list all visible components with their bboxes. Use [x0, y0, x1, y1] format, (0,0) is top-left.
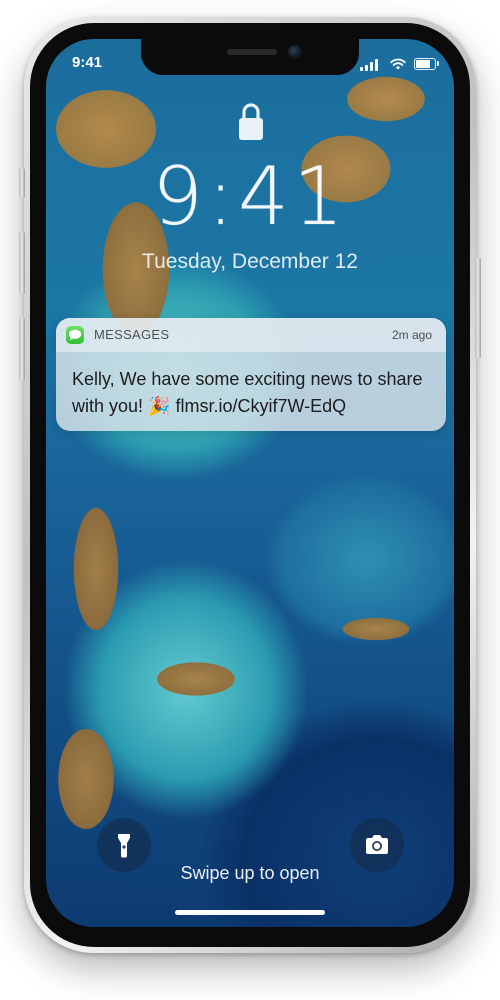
status-icons — [360, 57, 439, 71]
earpiece-speaker — [227, 49, 277, 55]
notification-header: MESSAGES 2m ago — [56, 318, 446, 352]
battery-icon — [414, 58, 436, 70]
message-notification[interactable]: MESSAGES 2m ago Kelly, We have some exci… — [56, 318, 446, 431]
notification-timestamp: 2m ago — [391, 328, 432, 342]
messages-icon — [66, 326, 84, 344]
battery-tip — [437, 61, 439, 66]
home-indicator[interactable] — [175, 910, 325, 915]
lock-screen-date: Tuesday, December 12 — [142, 250, 358, 273]
status-time: 9:41 — [72, 54, 103, 71]
lock-icon — [239, 103, 263, 140]
notch — [141, 39, 359, 75]
battery-level — [416, 60, 431, 68]
wifi-icon — [390, 58, 406, 70]
notification-message: Kelly, We have some exciting news to sha… — [72, 369, 423, 416]
volume-down-button — [19, 318, 25, 380]
notification-app-name: MESSAGES — [94, 327, 170, 342]
swipe-up-hint: Swipe up to open — [180, 863, 320, 883]
front-camera — [288, 45, 302, 59]
lock-screen-clock: 9:41 — [152, 150, 348, 243]
